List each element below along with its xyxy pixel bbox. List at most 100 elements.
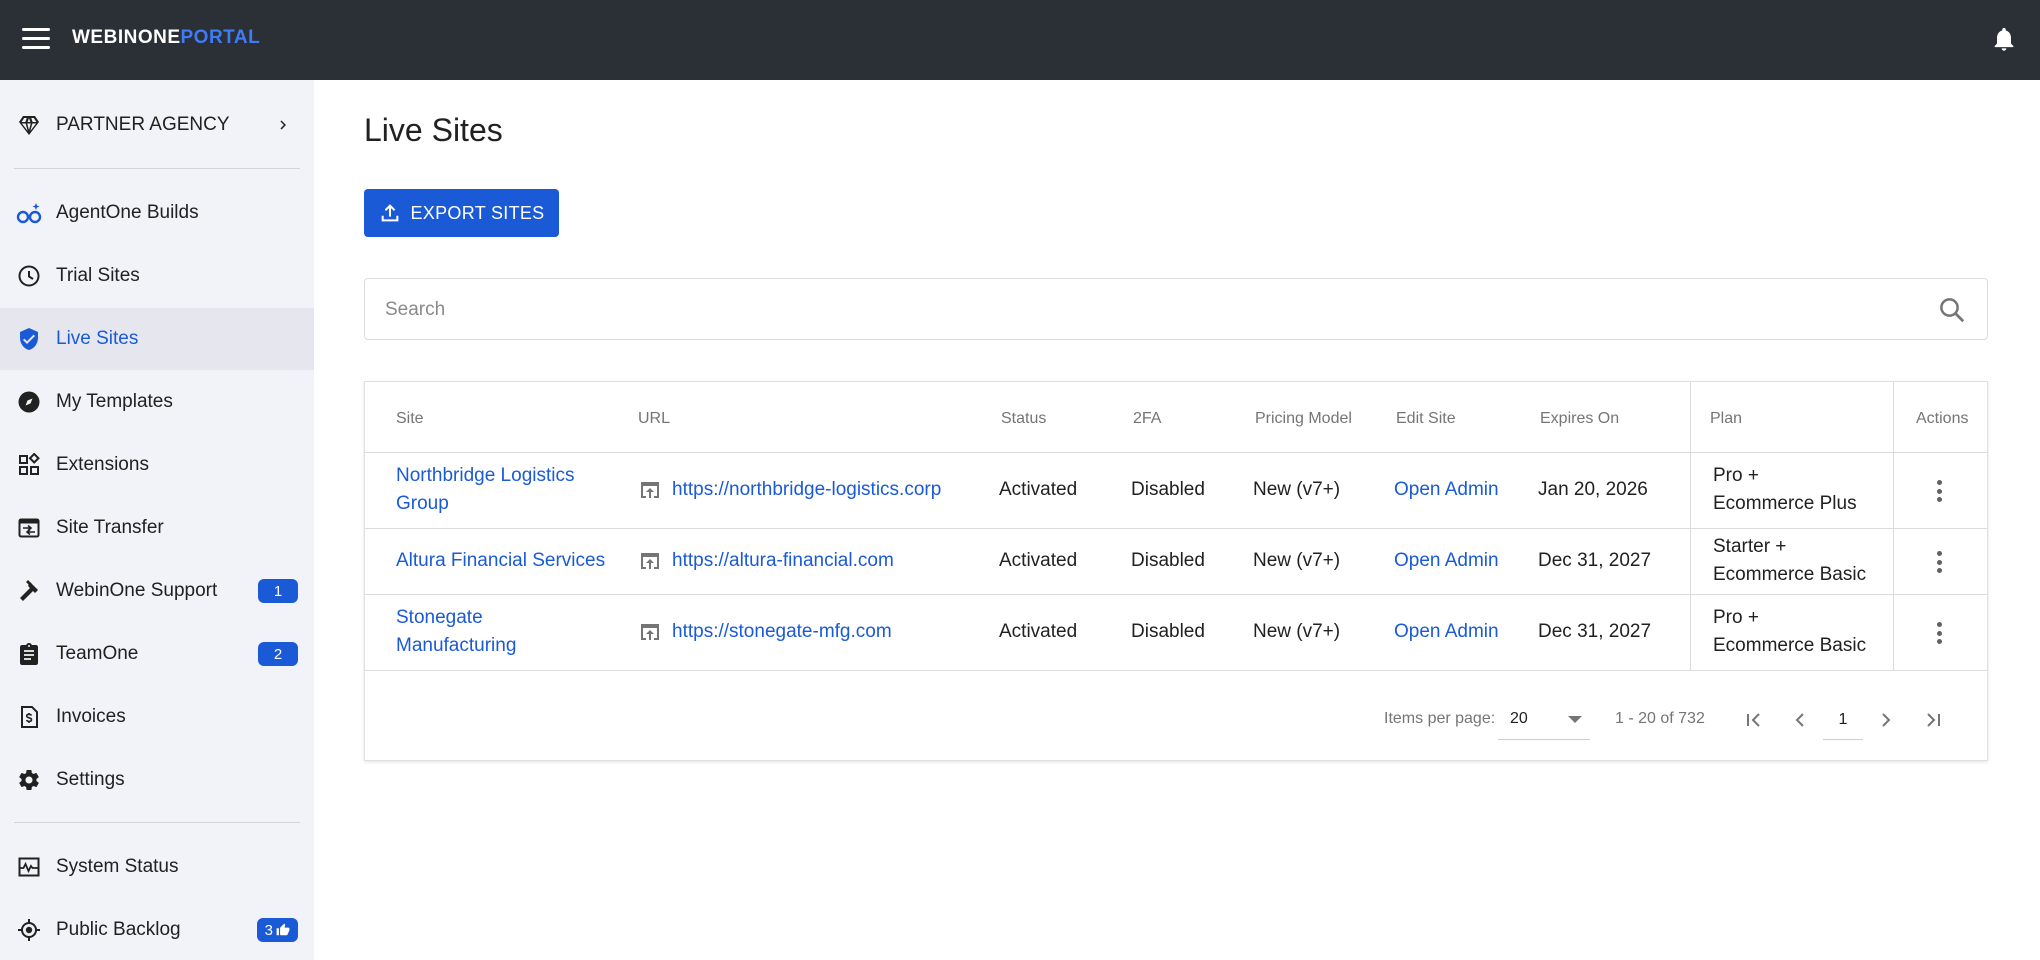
sidebar-item-settings[interactable]: Settings <box>0 749 314 811</box>
top-app-bar: WEBINONEPORTAL <box>0 0 2040 80</box>
sidebar-item-public-backlog[interactable]: Public Backlog 3 <box>0 899 314 960</box>
plan-line: Ecommerce Basic <box>1713 564 1867 585</box>
table-row-1-site[interactable]: Northbridge Logistics Group <box>396 462 574 518</box>
open-in-browser-icon <box>641 482 659 498</box>
sidebar-item-teamone[interactable]: TeamOne 2 <box>0 623 314 685</box>
clock-icon <box>16 263 42 289</box>
sidebar-item-agentone-builds[interactable]: AgentOne Builds <box>0 182 314 244</box>
sidebar-item-label: Trial Sites <box>56 265 140 286</box>
first-page-button[interactable] <box>1739 705 1769 735</box>
column-header-plan[interactable]: Plan <box>1710 410 1742 428</box>
app-logo[interactable]: WEBINONEPORTAL <box>72 27 260 49</box>
sidebar-item-trial-sites[interactable]: Trial Sites <box>0 245 314 307</box>
next-page-button[interactable] <box>1871 705 1901 735</box>
table-row-2-site[interactable]: Altura Financial Services <box>396 547 605 575</box>
sidebar-item-extensions[interactable]: Extensions <box>0 434 314 496</box>
table-row-1-2fa: Disabled <box>1131 479 1205 500</box>
search-icon[interactable] <box>1937 295 1967 325</box>
sidebar-item-partner-agency[interactable]: PARTNER AGENCY <box>0 94 314 156</box>
column-header-edit-site[interactable]: Edit Site <box>1396 410 1456 428</box>
table-row-1-open-admin-link[interactable]: Open Admin <box>1394 476 1499 504</box>
table-row-3-open-admin-link[interactable]: Open Admin <box>1394 618 1499 646</box>
glasses-sparkle-icon <box>16 200 42 226</box>
column-header-2fa[interactable]: 2FA <box>1133 410 1161 428</box>
current-page-input[interactable]: 1 <box>1823 700 1863 740</box>
column-divider <box>1690 382 1691 670</box>
plan-line: Ecommerce Plus <box>1713 493 1857 514</box>
table-row-2-open-admin-link[interactable]: Open Admin <box>1394 547 1499 575</box>
hammer-icon <box>16 578 42 604</box>
table-row-1-url[interactable]: https://northbridge-logistics.corp <box>638 476 941 504</box>
column-header-status[interactable]: Status <box>1001 410 1046 428</box>
search-field[interactable] <box>364 278 1988 340</box>
last-page-button[interactable] <box>1918 705 1948 735</box>
dropdown-arrow-icon <box>1568 716 1582 723</box>
last-page-icon <box>1927 713 1940 727</box>
header-divider <box>365 452 1987 453</box>
sidebar-item-label: My Templates <box>56 391 173 412</box>
sidebar-item-my-templates[interactable]: My Templates <box>0 371 314 433</box>
logo-text-secondary: PORTAL <box>180 27 261 48</box>
site-url-link[interactable]: https://altura-financial.com <box>672 547 894 575</box>
table-row-1-plan: Pro + Ecommerce Plus <box>1713 462 1857 518</box>
live-sites-table: Site URL Status 2FA Pricing Model Edit S… <box>364 381 1988 761</box>
table-row-3-status: Activated <box>999 621 1078 642</box>
items-per-page-value: 20 <box>1510 710 1528 727</box>
table-row-2-status: Activated <box>999 550 1078 571</box>
plan-line: Pro + <box>1713 607 1759 628</box>
export-sites-button[interactable]: EXPORT SITES <box>364 189 559 237</box>
table-row-3-plan: Pro + Ecommerce Basic <box>1713 604 1866 660</box>
sidebar-item-webinone-support[interactable]: WebinOne Support 1 <box>0 560 314 622</box>
column-header-site[interactable]: Site <box>396 410 424 428</box>
page-title: Live Sites <box>364 112 503 148</box>
menu-icon[interactable] <box>22 28 50 52</box>
column-header-url[interactable]: URL <box>638 410 670 428</box>
sidebar-item-live-sites[interactable]: Live Sites <box>0 308 314 370</box>
gear-icon <box>16 767 42 793</box>
transfer-icon <box>16 515 42 541</box>
open-in-browser-icon <box>641 624 659 640</box>
chevron-left-icon <box>1795 713 1804 727</box>
sidebar-item-invoices[interactable]: Invoices <box>0 686 314 748</box>
previous-page-button[interactable] <box>1785 705 1815 735</box>
table-row-3-pricing: New (v7+) <box>1253 621 1341 642</box>
table-row-1-pricing: New (v7+) <box>1253 479 1341 500</box>
items-per-page-label: Items per page: <box>1384 710 1496 727</box>
row-divider <box>365 594 1987 595</box>
search-input[interactable] <box>385 295 1885 325</box>
row-actions-menu-icon[interactable] <box>1927 547 1951 577</box>
site-name-line: Northbridge Logistics <box>396 465 575 486</box>
notification-bell-icon[interactable] <box>1990 24 2018 54</box>
site-url-link[interactable]: https://stonegate-mfg.com <box>672 618 892 646</box>
sidebar-item-label: Settings <box>56 769 125 790</box>
site-url-link[interactable]: https://northbridge-logistics.corp <box>672 476 941 504</box>
logo-text-primary: WEBINONE <box>72 27 181 48</box>
sidebar-item-site-transfer[interactable]: Site Transfer <box>0 497 314 559</box>
table-row-2-plan: Starter + Ecommerce Basic <box>1713 533 1866 589</box>
export-sites-label: EXPORT SITES <box>410 202 545 223</box>
column-header-pricing-model[interactable]: Pricing Model <box>1255 410 1352 428</box>
sidebar-item-system-status[interactable]: System Status <box>0 836 314 898</box>
sidebar-item-label: System Status <box>56 856 179 877</box>
table-row-3-site[interactable]: Stonegate Manufacturing <box>396 604 516 660</box>
row-actions-menu-icon[interactable] <box>1927 476 1951 506</box>
row-actions-menu-icon[interactable] <box>1927 618 1951 648</box>
compass-icon <box>16 389 42 415</box>
plan-line: Ecommerce Basic <box>1713 635 1867 656</box>
items-per-page-select[interactable]: 20 <box>1498 700 1590 740</box>
row-divider <box>365 670 1987 671</box>
column-header-expires-on[interactable]: Expires On <box>1540 410 1619 428</box>
open-in-browser-icon <box>641 553 659 569</box>
table-row-1-status: Activated <box>999 479 1078 500</box>
sidebar-item-label: Live Sites <box>56 328 139 349</box>
shield-check-icon <box>16 326 42 352</box>
table-row-2-url[interactable]: https://altura-financial.com <box>638 547 894 575</box>
sidebar-item-label: Site Transfer <box>56 517 164 538</box>
sidebar-item-label: Public Backlog <box>56 919 181 940</box>
column-divider <box>1893 382 1894 670</box>
table-row-3-url[interactable]: https://stonegate-mfg.com <box>638 618 892 646</box>
pulse-icon <box>16 854 42 880</box>
site-name-line: Stonegate <box>396 607 483 628</box>
teamone-count-badge: 2 <box>258 642 298 666</box>
table-row-3-2fa: Disabled <box>1131 621 1205 642</box>
